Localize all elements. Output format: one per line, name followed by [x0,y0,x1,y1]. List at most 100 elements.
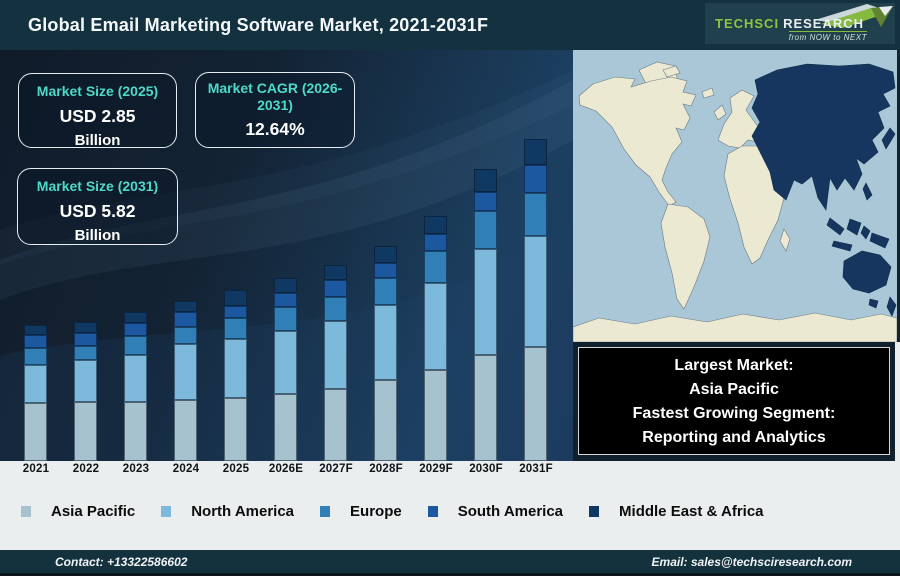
header: Global Email Marketing Software Market, … [0,0,900,50]
legend-swatch-asia-pacific [21,506,31,517]
bar-segment-south-america [323,279,347,298]
bar-segment-asia-pacific [73,402,97,461]
x-axis-labels: 2021 2022 2023 2024 2025 2026E 2027F 2028F 2029F… [0,463,573,479]
bar-segment-europe [223,318,247,339]
bar-segment-north-america [123,354,147,403]
bar-segment-asia-pacific [123,402,147,461]
bar-2029f [423,216,447,461]
bar-segment-south-america [473,191,497,211]
bar-2028f [373,246,397,461]
legend-label-asia-pacific: Asia Pacific [51,503,136,520]
bar-segment-south-america [273,292,297,308]
bar-segment-middle-east-africa [373,246,397,264]
bar-segment-middle-east-africa [323,265,347,280]
bar-segment-europe [123,335,147,355]
bar-segment-middle-east-africa [223,289,247,306]
bar-segment-europe [523,192,547,236]
x-label-2023: 2023 [122,463,150,475]
bar-segment-middle-east-africa [273,278,297,293]
bar-segment-middle-east-africa [23,325,47,336]
legend-label-europe: Europe [350,503,402,520]
bar-segment-north-america [223,338,247,398]
bar-segment-middle-east-africa [173,301,197,313]
bar-segment-middle-east-africa [523,138,547,165]
brand-tagline: from NOW to NEXT [788,31,867,42]
x-label-2021: 2021 [22,463,50,475]
bar-segment-south-america [23,335,47,349]
legend-item-asia-pacific: Asia Pacific [21,503,135,520]
legend-swatch-europe [320,506,331,517]
bar-segment-south-america [173,312,197,327]
bar-segment-europe [173,326,197,345]
bar-2030f [473,169,497,461]
x-label-2028f: 2028F [369,463,403,475]
brand-logo: TECHSCI RESEARCH from NOW to NEXT [705,3,895,44]
bar-2022 [73,322,97,461]
legend-label-middle-east-africa: Middle East & Africa [619,503,764,520]
legend-swatch-south-america [427,506,438,517]
x-label-2026e: 2026E [268,463,304,475]
x-label-2029f: 2029F [419,463,453,475]
bar-segment-north-america [23,365,47,404]
bar-segment-north-america [273,330,297,395]
bar-segment-asia-pacific [473,354,497,461]
legend-item-north-america: North America [161,503,294,520]
x-label-2022: 2022 [72,463,100,475]
brand-name: TECHSCI RESEARCH [715,16,865,31]
bar-segment-middle-east-africa [423,216,447,234]
bar-segment-south-america [523,164,547,193]
bar-segment-asia-pacific [373,380,397,461]
info-line: Fastest Growing Segment: [632,405,836,422]
info-box: Largest Market: Asia Pacific Fastest Gro… [578,347,890,455]
bar-segment-europe [473,210,497,249]
bar-segment-south-america [73,333,97,346]
bar-segment-asia-pacific [223,397,247,461]
legend-label-north-america: North America [191,503,295,520]
bar-segment-middle-east-africa [73,322,97,334]
bar-segment-europe [23,348,47,366]
bar-segment-middle-east-africa [123,311,147,323]
email-text: Email: sales@techsciresearch.com [651,554,852,569]
bar-segment-europe [323,297,347,322]
info-line: Reporting and Analytics [642,429,826,446]
bar-segment-europe [273,307,297,331]
bar-segment-north-america [423,282,447,371]
bar-2024 [173,301,197,461]
bar-chart [0,50,573,461]
bar-segment-south-america [223,305,247,319]
bar-segment-north-america [173,344,197,401]
bar-segment-asia-pacific [323,389,347,461]
info-line: Asia Pacific [689,381,779,398]
infographic: Global Email Marketing Software Market, … [0,0,900,576]
info-line: Largest Market: [674,357,794,374]
x-label-2024: 2024 [172,463,200,475]
bar-2023 [123,311,147,461]
bar-segment-north-america [523,235,547,347]
bar-segment-middle-east-africa [473,169,497,192]
bar-2025 [223,289,247,461]
legend-item-middle-east-africa: Middle East & Africa [589,503,764,520]
legend-swatch-middle-east-africa [589,506,600,517]
legend-item-south-america: South America [427,503,563,520]
bar-segment-asia-pacific [523,346,547,461]
chart-panel: Market Size (2025) USD 2.85 Billion Mark… [0,50,573,461]
bar-segment-north-america [323,321,347,390]
x-label-2031f: 2031F [519,463,553,475]
bar-segment-europe [373,278,397,306]
page-title: Global Email Marketing Software Market, … [28,15,489,35]
bar-2031f [523,138,547,461]
footer: Contact: +13322586602 Email: sales@techs… [0,550,900,576]
bar-segment-south-america [123,322,147,336]
x-label-2025: 2025 [222,463,250,475]
legend-swatch-north-america [161,506,172,517]
world-map [572,50,900,343]
legend-item-europe: Europe [320,503,402,520]
bar-2021 [23,325,47,461]
x-label-2030f: 2030F [469,463,503,475]
bar-2026e [273,278,297,461]
bar-segment-north-america [473,248,497,355]
bar-segment-asia-pacific [23,403,47,461]
bar-segment-asia-pacific [423,370,447,461]
bar-segment-south-america [423,233,447,252]
x-label-2027f: 2027F [319,463,353,475]
